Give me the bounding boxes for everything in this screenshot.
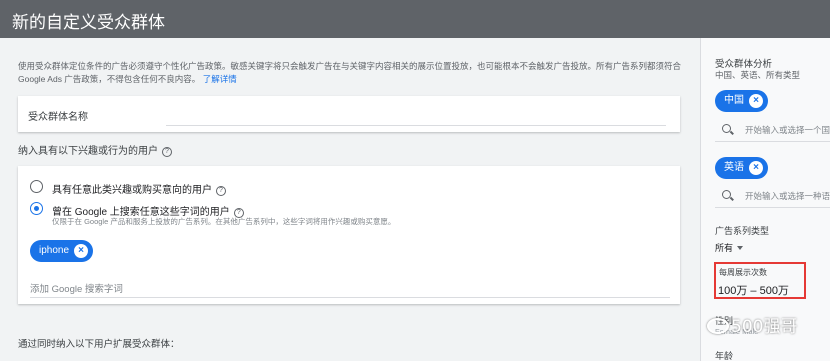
- watermark-text: 500强哥: [731, 317, 798, 337]
- age-label: 年龄: [715, 351, 734, 361]
- location-chip[interactable]: 中国 ×: [715, 90, 768, 112]
- remove-chip-icon[interactable]: ×: [749, 161, 763, 175]
- campaign-type-dropdown[interactable]: 所有: [715, 241, 744, 254]
- radio-search-description: 仅限于在 Google 产品和服务上投放的广告系列。在其他广告系列中，这些字词将…: [52, 217, 396, 226]
- behavior-section-text: 纳入具有以下兴趣或行为的用户: [18, 146, 158, 157]
- audience-name-card: 受众群体名称: [18, 96, 680, 132]
- watermark: 500强哥: [707, 312, 797, 340]
- search-icon: [722, 190, 731, 199]
- location-search-underline: [715, 141, 830, 142]
- policy-text: 使用受众群体定位条件的广告必须遵守个性化广告政策。敏感关键字将只会触发广告在与关…: [18, 61, 682, 84]
- behavior-card: 具有任意此类兴趣或购买意向的用户? 曾在 Google 上搜索任意这些字词的用户…: [18, 166, 680, 304]
- keyword-chip-label: iphone: [39, 245, 70, 256]
- radio-interest-label: 具有任意此类兴趣或购买意向的用户?: [52, 181, 226, 196]
- add-search-term-underline: [30, 297, 670, 298]
- insights-subheading: 中国、英语、所有类型: [715, 70, 801, 80]
- impressions-value: 100万 – 500万: [718, 285, 789, 297]
- location-chip-label: 中国: [724, 95, 744, 106]
- language-search-underline: [715, 207, 830, 208]
- add-search-term-input[interactable]: 添加 Google 搜索字词: [30, 281, 670, 295]
- radio-button-unchecked[interactable]: [30, 180, 43, 193]
- behavior-section-label: 纳入具有以下兴趣或行为的用户?: [18, 142, 172, 157]
- remove-chip-icon[interactable]: ×: [74, 244, 89, 258]
- insights-heading: 受众群体分析: [715, 59, 773, 70]
- campaign-type-label: 广告系列类型: [715, 226, 770, 236]
- learn-more-link[interactable]: 了解详情: [203, 74, 237, 84]
- language-chip[interactable]: 英语 ×: [715, 157, 768, 179]
- expand-audience-label: 通过同时纳入以下用户扩展受众群体：: [18, 339, 180, 350]
- impressions-highlight-box: 每周展示次数 100万 – 500万: [714, 262, 806, 299]
- help-circle-icon[interactable]: ?: [216, 186, 226, 196]
- search-icon: [722, 124, 731, 133]
- remove-chip-icon[interactable]: ×: [749, 94, 763, 108]
- help-circle-icon[interactable]: ?: [162, 147, 172, 157]
- chevron-down-icon: [737, 246, 744, 250]
- language-search-placeholder: 开始输入或选择一种语: [745, 191, 830, 201]
- impressions-label: 每周展示次数: [719, 268, 767, 277]
- radio-button-checked[interactable]: [30, 202, 43, 215]
- main-panel: 使用受众群体定位条件的广告必须遵守个性化广告政策。敏感关键字将只会触发广告在与关…: [0, 38, 700, 361]
- wechat-logo-icon: [707, 318, 729, 334]
- page-title: 新的自定义受众群体: [12, 13, 165, 33]
- language-chip-label: 英语: [724, 162, 744, 173]
- location-search-placeholder: 开始输入或选择一个国: [745, 125, 830, 135]
- top-bar: 新的自定义受众群体: [0, 0, 830, 38]
- location-search-input[interactable]: 开始输入或选择一个国: [715, 120, 830, 142]
- keyword-chip[interactable]: iphone ×: [30, 240, 94, 262]
- audience-name-label: 受众群体名称: [28, 112, 88, 123]
- campaign-type-value: 所有: [715, 243, 734, 253]
- audience-name-input[interactable]: [166, 125, 666, 126]
- language-search-input[interactable]: 开始输入或选择一种语: [715, 186, 830, 208]
- policy-notice: 使用受众群体定位条件的广告必须遵守个性化广告政策。敏感关键字将只会触发广告在与关…: [18, 60, 688, 86]
